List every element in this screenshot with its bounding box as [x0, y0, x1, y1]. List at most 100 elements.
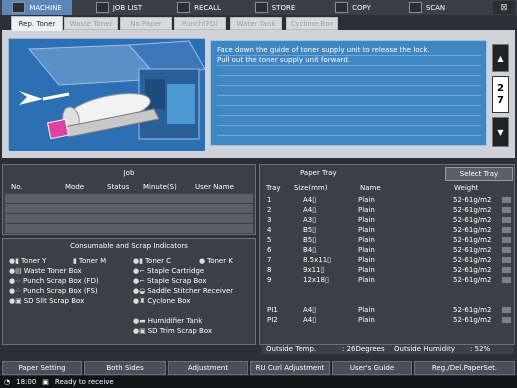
- tray-col-weight: Weight: [454, 184, 479, 192]
- slit-icon: ●▣: [9, 297, 22, 305]
- tray-row[interactable]: 3 A3▯ Plain 52-61g/m2: [263, 215, 511, 225]
- job-row[interactable]: [5, 194, 253, 203]
- tray-cell-size: A4▯: [303, 306, 317, 314]
- staple-icon: ●⌐: [133, 267, 145, 275]
- page-up-button[interactable]: ▲: [492, 44, 509, 72]
- tray-row[interactable]: 8 9x11▯ Plain 52-61g/m2: [263, 265, 511, 275]
- subtab-waste-toner[interactable]: Waste Toner: [64, 17, 118, 30]
- tab-recall[interactable]: RECALL: [164, 0, 234, 15]
- tray-cell-size: A4▯: [303, 206, 317, 214]
- tray-cell-tray: 4: [267, 226, 272, 234]
- tray-row[interactable]: 4 B5▯ Plain 52-61g/m2: [263, 225, 511, 235]
- reg-del-paperset-button[interactable]: Reg./Del.PaperSet.: [414, 361, 515, 375]
- tray-cell-size: B4▯: [303, 246, 317, 254]
- tray-cell-tray: 5: [267, 236, 272, 244]
- tray-cell-name: Plain: [358, 306, 375, 314]
- indicator-sd-slit: ●▣ SD Slit Scrap Box: [9, 297, 85, 305]
- tab-scan[interactable]: SCAN: [392, 0, 462, 15]
- trim-icon: ●▣: [133, 327, 146, 335]
- scan-icon: [408, 2, 422, 13]
- paper-tray-panel: Paper Tray Select Tray Tray Size(mm) Nam…: [259, 164, 515, 354]
- close-icon[interactable]: ⊠: [493, 1, 515, 14]
- tray-cell-name: Plain: [358, 206, 375, 214]
- tab-store[interactable]: STORE: [240, 0, 310, 15]
- select-tray-button[interactable]: Select Tray: [445, 167, 513, 181]
- tray-row[interactable]: 7 8.5x11▯ Plain 52-61g/m2: [263, 255, 511, 265]
- page-current: 2: [497, 82, 504, 94]
- staple-icon: ●⌐: [133, 277, 145, 285]
- both-sides-button[interactable]: Both Sides: [84, 361, 166, 375]
- page-down-button[interactable]: ▼: [492, 117, 509, 147]
- indicator-sd-trim: ●▣ SD Trim Scrap Box: [133, 327, 213, 335]
- indicator-humidifier-tank: ●▬ Humidifier Tank: [133, 317, 203, 325]
- outside-conditions: Outside Temp. : 26Degrees Outside Humidi…: [262, 345, 514, 354]
- job-col-no: No.: [11, 183, 23, 191]
- job-row[interactable]: [5, 214, 253, 223]
- indicator-toner-k: ● Toner K: [199, 257, 233, 265]
- toner-icon: ●▮: [9, 257, 19, 265]
- status-time: 18:00: [16, 378, 37, 386]
- indicator-toner-y: ●▮ Toner Y: [9, 257, 47, 265]
- tray-cell-tray: 7: [267, 256, 272, 264]
- tray-status-indicator: [502, 207, 511, 213]
- tray-cell-name: Plain: [358, 246, 375, 254]
- ru-curl-adjustment-button[interactable]: RU Curl Adjustment: [250, 361, 330, 375]
- tray-row[interactable]: 9 12x18▯ Plain 52-61g/m2: [263, 275, 511, 285]
- subtab-rep-toner[interactable]: Rep. Toner: [11, 16, 63, 31]
- subtab-water-tank[interactable]: Water Tank: [230, 17, 282, 30]
- tank-icon: ●▬: [133, 317, 146, 325]
- instruction-message: Face down the guide of toner supply unit…: [210, 40, 487, 146]
- store-icon: [254, 2, 268, 13]
- users-guide-button[interactable]: User's Guide: [332, 361, 412, 375]
- indicator-toner-c: ●▮ Toner C: [133, 257, 172, 265]
- tray-cell-tray: PI1: [267, 306, 278, 314]
- subtab-cyclone-box[interactable]: Cyclone Box: [286, 17, 338, 30]
- tab-job-list[interactable]: JOB LIST: [84, 0, 154, 15]
- tray-cell-weight: 52-61g/m2: [453, 276, 492, 284]
- tray-cell-weight: 52-61g/m2: [453, 216, 492, 224]
- adjustment-button[interactable]: Adjustment: [168, 361, 248, 375]
- tray-cell-name: Plain: [358, 196, 375, 204]
- tray-cell-tray: 6: [267, 246, 272, 254]
- tray-cell-size: 12x18▯: [303, 276, 329, 284]
- toner-unit-illustration: [8, 38, 206, 151]
- job-row[interactable]: [5, 204, 253, 213]
- tray-cell-name: Plain: [358, 216, 375, 224]
- outside-temp-value: : 26Degrees: [342, 345, 385, 353]
- tray-col-size: Size(mm): [294, 184, 328, 192]
- tray-row[interactable]: PI2 A4▯ Plain 52-61g/m2: [263, 315, 511, 325]
- tray-cell-weight: 52-61g/m2: [453, 256, 492, 264]
- tab-copy[interactable]: COPY: [318, 0, 388, 15]
- tray-cell-weight: 52-61g/m2: [453, 316, 492, 324]
- tray-cell-tray: 9: [267, 276, 272, 284]
- bottom-button-bar: Paper Setting Both Sides Adjustment RU C…: [0, 361, 517, 375]
- tray-row[interactable]: 2 A4▯ Plain 52-61g/m2: [263, 205, 511, 215]
- tray-status-indicator: [502, 267, 511, 273]
- recall-icon: [177, 2, 191, 13]
- tray-status-indicator: [502, 227, 511, 233]
- machine-icon: [12, 2, 26, 13]
- tab-machine[interactable]: MACHINE: [2, 0, 72, 15]
- tray-status-indicator: [502, 307, 511, 313]
- outside-humidity-label: Outside Humidity: [394, 345, 455, 353]
- consumables-panel: Consumable and Scrap Indicators ●▮ Toner …: [2, 238, 256, 345]
- job-row[interactable]: [5, 224, 253, 233]
- tray-row[interactable]: 1 A4▯ Plain 52-61g/m2: [263, 195, 511, 205]
- subtab-punch-fd[interactable]: Punch(FD): [174, 17, 226, 30]
- page-total: 7: [497, 94, 504, 106]
- message-line-2: Pull out the toner supply unit forward.: [217, 56, 351, 64]
- tray-row[interactable]: 5 B5▯ Plain 52-61g/m2: [263, 235, 511, 245]
- tray-cell-size: A4▯: [303, 316, 317, 324]
- paper-setting-button[interactable]: Paper Setting: [2, 361, 82, 375]
- tray-cell-weight: 52-61g/m2: [453, 206, 492, 214]
- tray-status-indicator: [502, 257, 511, 263]
- subtab-no-paper[interactable]: No Paper: [120, 17, 172, 30]
- job-title: Job: [123, 169, 135, 177]
- clock-icon: ◔: [4, 378, 11, 386]
- toner-icon: ▮: [73, 257, 77, 265]
- saddle-icon: ●◒: [133, 287, 146, 295]
- top-nav-bar: MACHINE JOB LIST RECALL STORE COPY SCAN …: [0, 0, 517, 15]
- tray-cell-name: Plain: [358, 226, 375, 234]
- tray-row[interactable]: 6 B4▯ Plain 52-61g/m2: [263, 245, 511, 255]
- tray-row[interactable]: PI1 A4▯ Plain 52-61g/m2: [263, 305, 511, 315]
